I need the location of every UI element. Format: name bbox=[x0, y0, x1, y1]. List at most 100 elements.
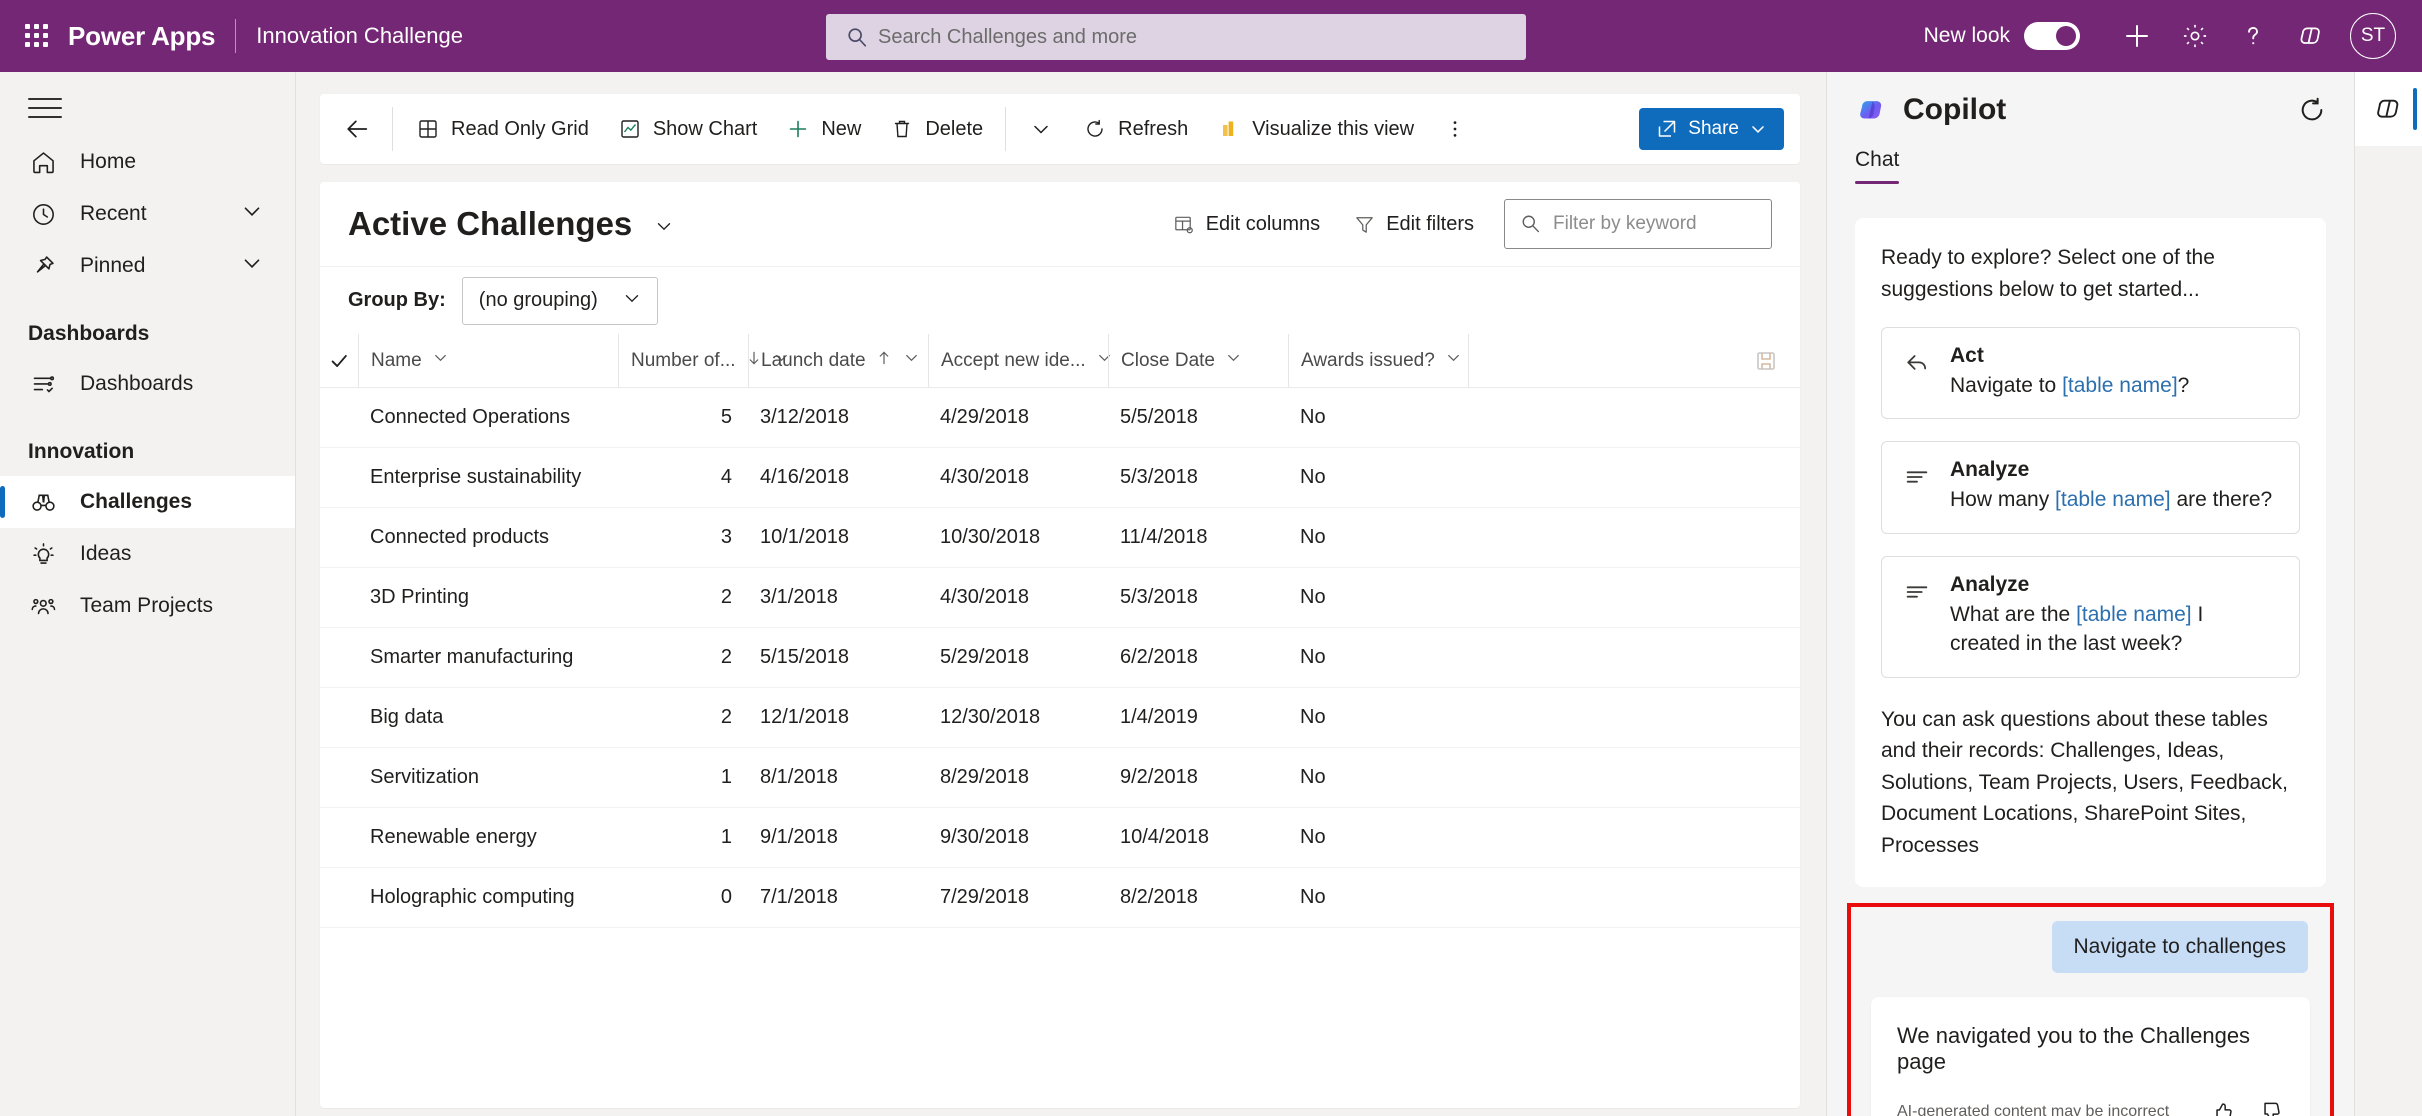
view-action-label: Edit columns bbox=[1205, 212, 1321, 235]
question-mark-icon[interactable] bbox=[2224, 7, 2282, 65]
column-header-name[interactable]: Name bbox=[358, 333, 618, 388]
row-checkbox[interactable] bbox=[320, 691, 358, 745]
page-title: Active Challenges bbox=[348, 205, 633, 242]
top-header-bar: Power Apps Innovation Challenge New look bbox=[0, 0, 2422, 72]
table-row[interactable]: Smarter manufacturing 2 5/15/2018 5/29/2… bbox=[320, 628, 1800, 688]
new-button[interactable]: New bbox=[771, 102, 875, 156]
read-only-grid-button[interactable]: Read Only Grid bbox=[401, 102, 603, 156]
table-row[interactable]: Connected Operations 5 3/12/2018 4/29/20… bbox=[320, 388, 1800, 448]
cell-accept-new-ideas: 10/30/2018 bbox=[940, 526, 1041, 548]
copilot-welcome-card: Ready to explore? Select one of the sugg… bbox=[1855, 218, 2326, 888]
delete-button[interactable]: Delete bbox=[875, 102, 997, 156]
sidebar-item-recent[interactable]: Recent bbox=[0, 188, 295, 240]
chevron-down-icon bbox=[653, 205, 675, 242]
cell-accept-new-ideas: 7/29/2018 bbox=[940, 886, 1029, 908]
row-checkbox[interactable] bbox=[320, 811, 358, 865]
columns-icon bbox=[1172, 212, 1196, 236]
global-search bbox=[826, 14, 1526, 60]
search-input[interactable] bbox=[826, 14, 1526, 60]
column-label: Launch date bbox=[761, 349, 866, 371]
suggestion-card-analyze-recent[interactable]: Analyze What are the [table name] I crea… bbox=[1881, 555, 2300, 678]
app-launcher-icon[interactable] bbox=[22, 21, 52, 51]
row-checkbox[interactable] bbox=[320, 751, 358, 805]
refresh-button[interactable]: Refresh bbox=[1068, 102, 1202, 156]
cell-launch-date: 5/15/2018 bbox=[760, 646, 849, 668]
column-header-number-of[interactable]: Number of... bbox=[618, 333, 787, 388]
sidebar: Home Recent Pinned Dashboards Dashboards… bbox=[0, 72, 296, 1116]
command-label: Refresh bbox=[1118, 117, 1189, 140]
column-header-close-date[interactable]: Close Date bbox=[1108, 333, 1288, 388]
cell-launch-date: 4/16/2018 bbox=[760, 466, 849, 488]
add-icon[interactable] bbox=[2108, 7, 2166, 65]
save-icon[interactable] bbox=[1754, 349, 1778, 373]
tab-chat[interactable]: Chat bbox=[1855, 148, 1900, 184]
checkmark-icon bbox=[331, 354, 347, 367]
filter-keyword-input[interactable] bbox=[1504, 199, 1772, 249]
app-name[interactable]: Innovation Challenge bbox=[256, 23, 463, 49]
brand-title[interactable]: Power Apps bbox=[68, 21, 215, 52]
filter-keyword bbox=[1504, 199, 1772, 249]
sidebar-item-dashboards[interactable]: Dashboards bbox=[0, 358, 295, 410]
cell-accept-new-ideas: 5/29/2018 bbox=[940, 646, 1029, 668]
table-row[interactable]: Big data 2 12/1/2018 12/30/2018 1/4/2019… bbox=[320, 688, 1800, 748]
new-look-toggle[interactable] bbox=[2024, 22, 2080, 50]
row-checkbox[interactable] bbox=[320, 451, 358, 505]
table-row[interactable]: 3D Printing 2 3/1/2018 4/30/2018 5/3/201… bbox=[320, 568, 1800, 628]
overflow-chevron-button[interactable] bbox=[1014, 102, 1068, 156]
table-row[interactable]: Servitization 1 8/1/2018 8/29/2018 9/2/2… bbox=[320, 748, 1800, 808]
chevron-down-icon[interactable] bbox=[239, 250, 265, 282]
edit-columns-button[interactable]: Edit columns bbox=[1156, 199, 1337, 249]
select-all-checkbox[interactable] bbox=[320, 334, 358, 388]
suggestion-title: Analyze bbox=[1950, 572, 2030, 596]
row-checkbox[interactable] bbox=[320, 571, 358, 625]
view-selector[interactable]: Active Challenges bbox=[348, 205, 675, 243]
hamburger-menu-icon[interactable] bbox=[28, 98, 62, 122]
chevron-down-icon bbox=[1224, 348, 1243, 373]
sidebar-item-pinned[interactable]: Pinned bbox=[0, 240, 295, 292]
column-header-accept-new-ideas[interactable]: Accept new ide... bbox=[928, 333, 1110, 388]
thumbs-down-icon[interactable] bbox=[2258, 1099, 2284, 1116]
group-by-select[interactable]: (no grouping) bbox=[461, 276, 658, 325]
suggestion-title: Analyze bbox=[1950, 458, 2030, 482]
show-chart-button[interactable]: Show Chart bbox=[603, 102, 772, 156]
group-by-label: Group By: bbox=[348, 289, 446, 311]
more-vertical-icon[interactable] bbox=[1428, 102, 1482, 156]
column-header-launch-date[interactable]: Launch date bbox=[748, 333, 928, 388]
app-root: Power Apps Innovation Challenge New look bbox=[0, 0, 2422, 1116]
view-header: Active Challenges Edit columns Edit filt… bbox=[320, 182, 1800, 266]
sidebar-item-ideas[interactable]: Ideas bbox=[0, 528, 295, 580]
table-row[interactable]: Renewable energy 1 9/1/2018 9/30/2018 10… bbox=[320, 808, 1800, 868]
row-checkbox[interactable] bbox=[320, 391, 358, 445]
copilot-intro-text: Ready to explore? Select one of the sugg… bbox=[1881, 246, 2215, 301]
thumbs-up-icon[interactable] bbox=[2210, 1099, 2236, 1116]
command-label: Delete bbox=[925, 117, 984, 140]
refresh-icon[interactable] bbox=[2296, 94, 2328, 126]
rail-copilot-button[interactable] bbox=[2355, 72, 2422, 146]
table-row[interactable]: Enterprise sustainability 4 4/16/2018 4/… bbox=[320, 448, 1800, 508]
trash-icon bbox=[889, 116, 915, 142]
chevron-down-icon[interactable] bbox=[239, 198, 265, 230]
sidebar-item-label: Pinned bbox=[80, 254, 146, 277]
sidebar-item-label: Dashboards bbox=[80, 372, 194, 395]
suggestion-card-act[interactable]: Act Navigate to [table name]? bbox=[1881, 327, 2300, 420]
copilot-icon[interactable] bbox=[2282, 7, 2340, 65]
suggestion-card-analyze-count[interactable]: Analyze How many [table name] are there? bbox=[1881, 441, 2300, 534]
sidebar-item-home[interactable]: Home bbox=[0, 136, 295, 188]
row-checkbox[interactable] bbox=[320, 631, 358, 685]
cell-accept-new-ideas: 8/29/2018 bbox=[940, 766, 1029, 788]
table-row[interactable]: Connected products 3 10/1/2018 10/30/201… bbox=[320, 508, 1800, 568]
group-by-value: (no grouping) bbox=[478, 289, 598, 311]
row-checkbox[interactable] bbox=[320, 871, 358, 925]
sidebar-item-challenges[interactable]: Challenges bbox=[0, 476, 295, 528]
sidebar-item-team-projects[interactable]: Team Projects bbox=[0, 580, 295, 632]
user-message[interactable]: Navigate to challenges bbox=[2051, 921, 2308, 974]
share-button[interactable]: Share bbox=[1639, 108, 1784, 150]
column-header-awards-issued[interactable]: Awards issued? bbox=[1288, 333, 1468, 388]
avatar[interactable]: ST bbox=[2350, 13, 2396, 59]
back-arrow-icon[interactable] bbox=[330, 102, 384, 156]
edit-filters-button[interactable]: Edit filters bbox=[1336, 199, 1490, 249]
visualize-this-view-button[interactable]: Visualize this view bbox=[1202, 102, 1428, 156]
row-checkbox[interactable] bbox=[320, 511, 358, 565]
gear-icon[interactable] bbox=[2166, 7, 2224, 65]
table-row[interactable]: Holographic computing 0 7/1/2018 7/29/20… bbox=[320, 868, 1800, 928]
